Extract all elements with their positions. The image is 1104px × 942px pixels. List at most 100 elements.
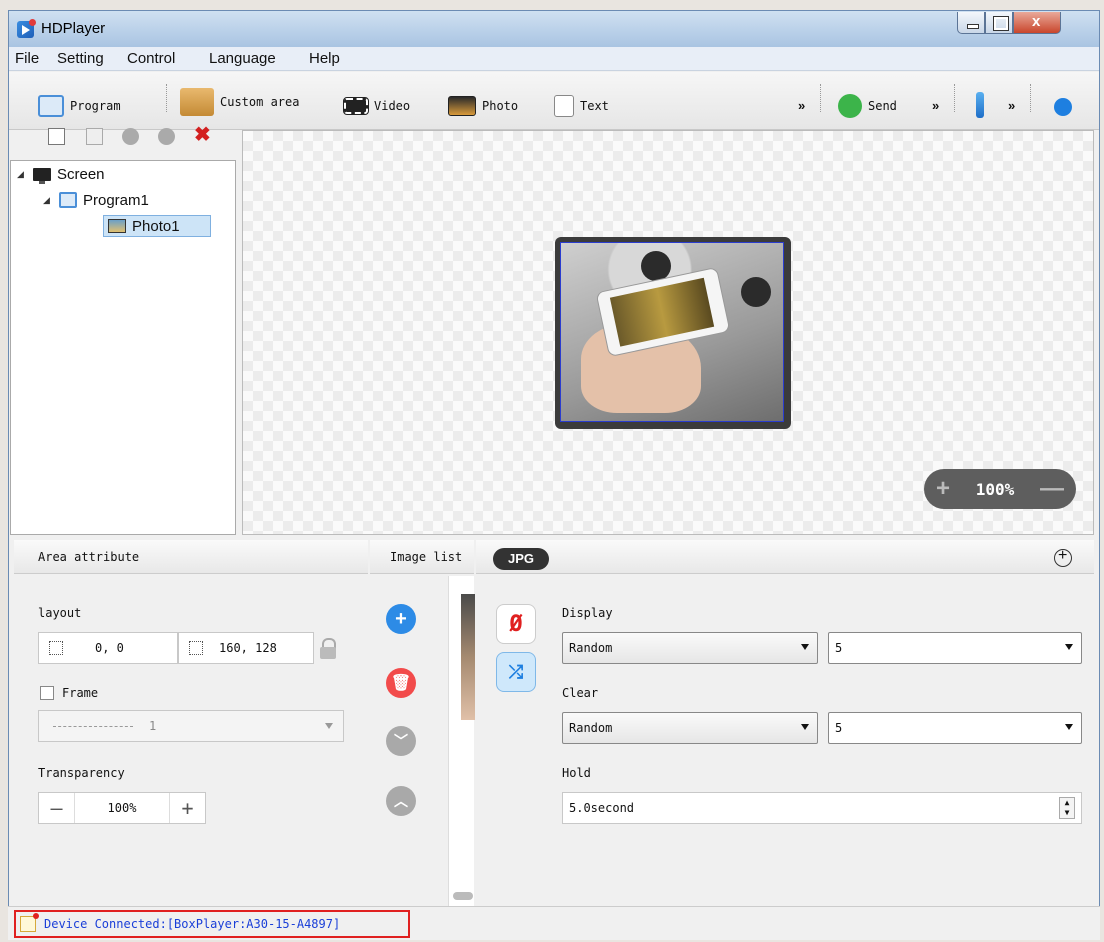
collapse-triangle-icon[interactable]: ◢	[43, 195, 53, 206]
zoom-control: + 100% —	[924, 469, 1076, 509]
device-list-icon[interactable]	[20, 913, 39, 932]
copy-icon[interactable]	[48, 128, 65, 145]
toolbar-overflow-3[interactable]: »	[1008, 98, 1015, 113]
display-effect-select[interactable]: Random	[562, 632, 818, 664]
tree-node-program[interactable]: ◢ Program1	[43, 189, 149, 211]
chevron-down-icon	[801, 644, 809, 650]
video-button[interactable]: Video	[343, 94, 410, 118]
title-bar[interactable]: HDPlayer x	[9, 11, 1099, 47]
display-effect-value: Random	[569, 641, 613, 655]
frame-label: Frame	[62, 686, 99, 700]
send-label: Send	[868, 99, 897, 113]
menu-control[interactable]: Control	[127, 50, 175, 67]
fit-screen-icon[interactable]	[1054, 547, 1072, 567]
monitor-icon	[33, 167, 51, 184]
photo-icon	[448, 96, 476, 116]
minimize-button[interactable]	[957, 12, 985, 34]
decrease-button[interactable]: —	[39, 793, 75, 823]
film-icon	[343, 97, 369, 115]
move-up-button[interactable]: ︿	[386, 786, 416, 816]
phone-shape	[595, 266, 731, 358]
move-up-icon[interactable]	[122, 128, 139, 145]
hold-value: 5.0second	[569, 801, 635, 815]
hdplayer-app-icon	[17, 19, 36, 38]
text-label: Text	[580, 99, 609, 113]
image-list-title: Image list	[390, 550, 463, 564]
spin-arrows-icon[interactable]: ▲ ▼	[1059, 797, 1075, 819]
transparency-stepper: — 100% +	[38, 792, 206, 824]
toolbar-separator	[820, 84, 822, 112]
photo-area[interactable]	[555, 237, 791, 429]
chevron-down-icon	[1065, 724, 1073, 730]
chevron-down-icon	[1065, 644, 1073, 650]
toolbar-overflow-2[interactable]: »	[932, 98, 939, 113]
image-thumbnail[interactable]	[461, 594, 475, 720]
tree-node-photo[interactable]: Photo1	[103, 215, 211, 237]
play-icon[interactable]	[1054, 98, 1072, 116]
chevron-down-icon	[325, 723, 333, 729]
preview-canvas[interactable]: + 100% —	[242, 130, 1094, 535]
maximize-button[interactable]	[985, 12, 1013, 34]
thumbnail-strip	[448, 576, 475, 906]
photo-content-image	[560, 242, 784, 422]
size-icon	[189, 641, 203, 655]
tree-node-screen[interactable]: ◢ Screen	[17, 163, 105, 185]
image-list-header: Image list	[370, 540, 474, 574]
vertical-arrow-icon[interactable]	[976, 92, 984, 118]
size-field[interactable]: 160, 128	[178, 632, 314, 664]
program-label: Program	[70, 99, 121, 113]
close-button[interactable]: x	[1013, 12, 1061, 34]
toolbar-separator	[1030, 84, 1032, 112]
format-tag: JPG	[493, 548, 549, 570]
position-value: 0, 0	[95, 641, 124, 655]
thumbnail-scrollbar[interactable]	[453, 892, 473, 900]
close-icon: x	[1032, 13, 1041, 30]
zoom-out-button[interactable]: —	[1040, 475, 1064, 503]
tree-label-program: Program1	[83, 191, 149, 209]
custom-area-button[interactable]: Custom area	[180, 88, 299, 116]
display-speed-select[interactable]: 5	[828, 632, 1082, 664]
send-button[interactable]: Send	[838, 94, 897, 118]
paste-icon[interactable]	[86, 128, 103, 145]
frame-value: 1	[149, 719, 157, 733]
program-icon	[59, 192, 77, 208]
frame-checkbox[interactable]	[40, 686, 54, 700]
move-down-icon[interactable]	[158, 128, 175, 145]
lock-icon[interactable]	[316, 634, 342, 664]
display-speed-value: 5	[835, 641, 843, 655]
frame-select[interactable]: 1	[38, 710, 344, 742]
effect-header	[476, 540, 1094, 574]
transparency-value[interactable]: 100%	[75, 801, 169, 815]
text-button[interactable]: Text	[554, 94, 609, 118]
position-field[interactable]: 0, 0	[38, 632, 178, 664]
clear-speed-select[interactable]: 5	[828, 712, 1082, 744]
move-down-button[interactable]: ﹀	[386, 726, 416, 756]
clear-effect-value: Random	[569, 721, 613, 735]
zoom-in-button[interactable]: +	[936, 475, 950, 503]
menu-language[interactable]: Language	[209, 50, 276, 67]
image-list-panel: + 🗑 ﹀ ︿	[370, 576, 475, 906]
menu-setting[interactable]: Setting	[57, 50, 104, 67]
no-effect-icon[interactable]: Ø	[496, 604, 536, 644]
increase-button[interactable]: +	[169, 793, 205, 823]
toolbar-overflow-1[interactable]: »	[798, 98, 805, 113]
clear-effect-select[interactable]: Random	[562, 712, 818, 744]
toolbar-separator	[166, 84, 168, 112]
menu-file[interactable]: File	[15, 50, 39, 67]
collapse-triangle-icon[interactable]: ◢	[17, 169, 27, 180]
menu-help[interactable]: Help	[309, 50, 340, 67]
hold-spinbox[interactable]: 5.0second ▲ ▼	[562, 792, 1082, 824]
program-icon	[38, 95, 64, 117]
program-tree: ◢ Screen ◢ Program1 Photo1	[10, 160, 236, 535]
photo-button[interactable]: Photo	[448, 94, 518, 118]
transparency-label: Transparency	[38, 766, 125, 780]
program-button[interactable]: Program	[38, 94, 121, 118]
delete-image-button[interactable]: 🗑	[386, 668, 416, 698]
zoom-level: 100%	[975, 479, 1015, 499]
random-effect-icon[interactable]: ⤮	[496, 652, 536, 692]
send-arrow-icon	[838, 94, 862, 118]
toy-eye	[741, 277, 771, 307]
add-image-button[interactable]: +	[386, 604, 416, 634]
clear-label: Clear	[562, 686, 599, 700]
delete-icon[interactable]: ✖	[194, 122, 211, 146]
